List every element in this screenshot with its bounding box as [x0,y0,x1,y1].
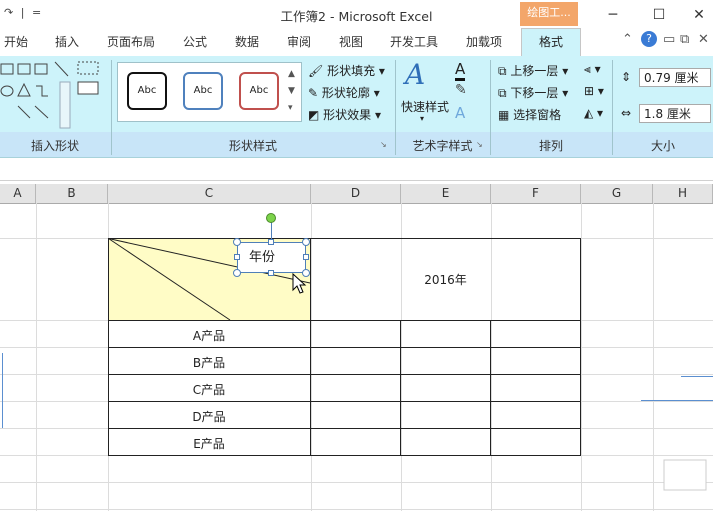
tab-developer[interactable]: 开发工具 [390,30,438,55]
shape-width-icon: ⇔ [621,106,632,120]
quick-styles-dropdown-icon[interactable]: ▾ [420,114,424,123]
tab-view[interactable]: 视图 [339,30,363,55]
shape-height-icon: ⇕ [621,70,632,84]
bring-forward-button[interactable]: ⧉ 上移一层 ▾ [498,62,568,79]
resize-handle-top-right[interactable] [302,238,310,246]
send-backward-icon: ⧉ [498,86,507,100]
style-sample-black[interactable]: Abc [127,72,167,110]
shape-outline-button[interactable]: ✎ 形状轮廓 ▾ [308,84,380,101]
tab-page-layout[interactable]: 页面布局 [107,30,155,55]
effects-icon: ◩ [308,108,320,122]
gallery-scroll-icon[interactable]: ▲ ▼ ▾ [288,66,295,117]
text-effects-icon[interactable]: A [455,104,465,122]
tab-formulas[interactable]: 公式 [183,30,207,55]
group-label-insert-shapes: 插入形状 [30,139,79,153]
column-header-e[interactable]: E [401,184,491,203]
column-header-h[interactable]: H [653,184,713,203]
column-header-f[interactable]: F [491,184,581,203]
rotation-handle[interactable] [266,213,276,223]
tab-addins[interactable]: 加载项 [466,30,502,55]
product-cell-a[interactable]: A产品 [108,327,310,344]
ribbon-minimize-icon[interactable]: ⌃ [622,32,633,47]
group-label-arrange: 排列 [538,139,563,153]
product-cell-b[interactable]: B产品 [108,354,310,371]
tab-insert[interactable]: 插入 [55,30,79,55]
maximize-icon: ☐ [652,7,666,23]
close-button[interactable]: ✕ [676,0,713,30]
product-cell-e[interactable]: E产品 [108,435,310,452]
resize-handle-left[interactable] [234,254,240,260]
shape-fill-label: 形状填充 [327,64,376,78]
doc-restore-icon[interactable]: ⧉ [680,32,689,47]
drawing-tools-context-label: 绘图工... [520,2,578,26]
style-sample-red[interactable]: Abc [239,72,279,110]
text-outline-icon[interactable]: ✎ [455,82,467,98]
resize-handle-top-left[interactable] [233,238,241,246]
year-header-cell[interactable]: 2016年 [311,271,580,288]
mouse-cursor-icon [292,273,307,294]
column-header-b[interactable]: B [36,184,108,203]
column-header-d[interactable]: D [311,184,401,203]
tab-data[interactable]: 数据 [235,30,259,55]
wordart-launcher-icon[interactable]: ↘ [476,140,483,149]
worksheet-grid[interactable] [0,203,713,511]
tab-format[interactable]: 格式 [521,28,581,57]
minimize-button[interactable]: ─ [590,0,636,30]
resize-handle-right[interactable] [303,254,309,260]
doc-minimize-icon[interactable]: ▭ [663,32,675,47]
selection-pane-button[interactable]: ▦ 选择窗格 [498,106,561,123]
group-label-size: 大小 [650,139,675,153]
rotate-icon[interactable]: ◭ ▾ [584,106,603,120]
shape-effects-label: 形状效果 [323,108,372,122]
style-sample-blue[interactable]: Abc [183,72,223,110]
shape-gallery[interactable] [0,60,110,130]
resize-handle-bottom-left[interactable] [233,269,241,277]
selection-pane-icon: ▦ [498,108,510,122]
send-backward-label: 下移一层 [510,86,559,100]
doc-close-icon[interactable]: ✕ [698,32,709,47]
help-icon[interactable]: ? [641,31,657,47]
column-header-a[interactable]: A [0,184,36,203]
shape-width-input[interactable]: 1.8 厘米 [639,104,711,123]
bring-forward-icon: ⧉ [498,64,507,78]
resize-handle-bottom[interactable] [268,270,274,276]
shape-height-input[interactable]: 0.79 厘米 [639,68,711,87]
group-icon[interactable]: ⊞ ▾ [584,84,604,98]
column-header-c[interactable]: C [108,184,311,203]
year-textbox[interactable]: 年份 [237,242,306,273]
selection-pane-label: 选择窗格 [513,108,562,122]
quick-styles-label: 快速样式 [401,100,450,114]
shape-styles-launcher-icon[interactable]: ↘ [380,140,387,149]
tab-home[interactable]: 开始 [4,30,28,55]
paint-bucket-icon: 🖌 [308,64,324,78]
wordart-a-icon: A [405,58,426,91]
shape-effects-button[interactable]: ◩ 形状效果 ▾ [308,106,381,123]
shape-fill-button[interactable]: 🖌 形状填充 ▾ [308,62,385,79]
resize-handle-top[interactable] [268,239,274,245]
align-icon[interactable]: ⫷ ▾ [584,62,601,77]
product-cell-c[interactable]: C产品 [108,381,310,398]
bring-forward-label: 上移一层 [510,64,559,78]
product-cell-d[interactable]: D产品 [108,408,310,425]
send-backward-button[interactable]: ⧉ 下移一层 ▾ [498,84,568,101]
shape-outline-label: 形状轮廓 [321,86,370,100]
formula-bar[interactable] [0,158,713,181]
pencil-icon: ✎ [308,86,319,100]
tab-review[interactable]: 审阅 [287,30,311,55]
text-fill-icon[interactable]: A [455,60,466,81]
minimize-icon: ─ [608,7,618,23]
group-label-shape-styles: 形状样式 [228,139,277,153]
quick-styles-button[interactable]: 快速样式 [401,98,449,115]
close-icon: ✕ [693,7,705,23]
column-header-g[interactable]: G [581,184,653,203]
